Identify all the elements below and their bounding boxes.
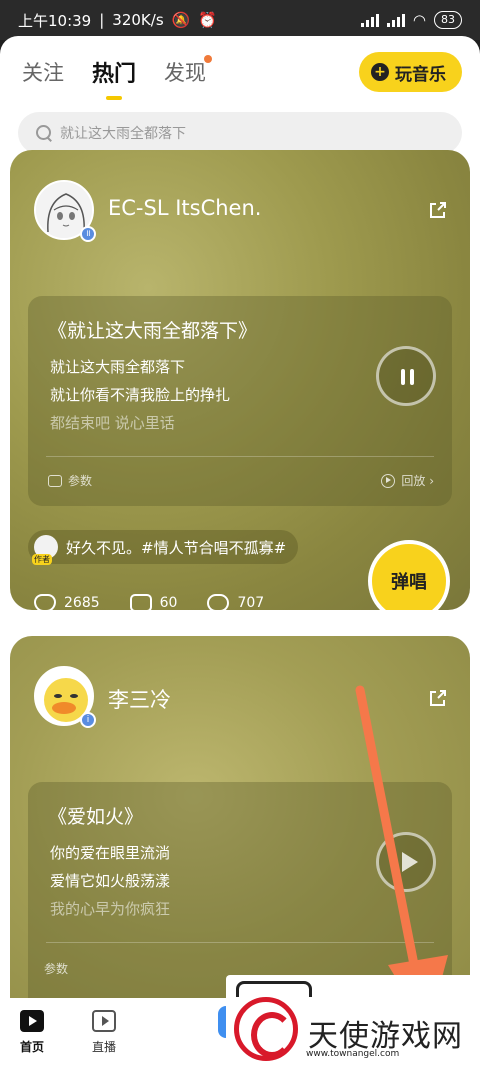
- song-title: 《就让这大雨全都落下》: [48, 320, 258, 342]
- play-button[interactable]: [376, 832, 436, 892]
- username[interactable]: EC-SL ItsChen.: [108, 196, 261, 220]
- play-music-label: 玩音乐: [395, 64, 446, 85]
- status-bar: 上午10:39 | 320K/s 🔕 ⏰ ◠ 83: [0, 0, 480, 40]
- wifi-icon: ◠: [412, 11, 426, 29]
- bottom-nav: 首页 直播: [0, 998, 230, 1067]
- signal-icon-2: [386, 13, 405, 27]
- post-stats: 2685 60 707: [34, 594, 264, 610]
- lyric-line: 我的心早为你疯狂: [50, 900, 171, 918]
- status-net-speed: 320K/s: [112, 11, 164, 29]
- divider: [46, 456, 434, 457]
- share-icon[interactable]: [428, 688, 448, 708]
- pause-button[interactable]: [376, 346, 436, 406]
- info-badge-icon: i: [80, 712, 96, 728]
- replay-label: 回放 ›: [401, 474, 434, 488]
- tab-hot[interactable]: 热门: [92, 56, 136, 88]
- gift-icon: [207, 594, 230, 610]
- share-icon[interactable]: [428, 200, 448, 220]
- heart-icon: [34, 594, 56, 610]
- battery-level: 83: [441, 13, 455, 26]
- replay-link[interactable]: 回放 ›: [381, 472, 434, 489]
- author-tag: 作者: [32, 554, 52, 565]
- lyric-line: 就让你看不清我脸上的挣扎: [50, 386, 231, 404]
- params-label: 参数: [44, 962, 69, 976]
- nav-home-label: 首页: [20, 1040, 45, 1054]
- status-divider: |: [99, 11, 105, 29]
- search-icon: [36, 125, 52, 141]
- post-card[interactable]: ॥ EC-SL ItsChen. 《就让这大雨全都落下》 就让这大雨全都落下 就…: [10, 150, 470, 610]
- lyric-line: 都结束吧 说心里话: [50, 414, 175, 432]
- status-time: 上午10:39: [18, 11, 92, 30]
- song-title: 《爱如火》: [48, 806, 144, 828]
- gift-count: 707: [237, 595, 265, 610]
- author-avatar: 作者: [32, 535, 58, 565]
- pause-badge-icon: ॥: [80, 226, 96, 242]
- signal-icon: [360, 13, 379, 27]
- lyric-line: 就让这大雨全都落下: [50, 358, 186, 376]
- params-link[interactable]: 参数: [48, 472, 92, 489]
- home-icon: [20, 1010, 44, 1032]
- lyric-line: 爱情它如火般荡漾: [50, 872, 171, 890]
- post-caption[interactable]: 作者 好久不见。#情人节合唱不孤寡#: [28, 530, 299, 565]
- like-count: 2685: [64, 595, 100, 610]
- gift-stat[interactable]: 707: [207, 594, 264, 610]
- comment-stat[interactable]: 60: [129, 594, 178, 610]
- lyric-panel[interactable]: 《就让这大雨全都落下》 就让这大雨全都落下 就让你看不清我脸上的挣扎 都结束吧 …: [28, 296, 452, 506]
- lyric-line: 你的爱在眼里流淌: [50, 844, 171, 862]
- nav-live-label: 直播: [92, 1040, 117, 1054]
- notification-dot: [204, 55, 213, 63]
- tab-discover-label: 发现: [164, 61, 207, 85]
- play-music-button[interactable]: + 玩音乐: [359, 52, 462, 92]
- live-tv-icon: [92, 1010, 117, 1032]
- params-icon: [48, 474, 62, 487]
- nav-live[interactable]: 直播: [92, 1010, 116, 1055]
- params-link[interactable]: 参数: [44, 960, 68, 977]
- watermark-frame: [236, 981, 312, 997]
- nav-home[interactable]: 首页: [20, 1010, 44, 1055]
- alarm-icon: ⏰: [198, 11, 218, 29]
- tab-following[interactable]: 关注: [22, 57, 64, 87]
- search-placeholder: 就让这大雨全都落下: [60, 126, 186, 142]
- comment-icon: [129, 594, 152, 610]
- search-input[interactable]: 就让这大雨全都落下: [18, 112, 462, 154]
- divider: [46, 942, 434, 943]
- mute-icon: 🔕: [171, 11, 191, 29]
- tab-discover[interactable]: 发现: [164, 55, 213, 87]
- comment-count: 60: [159, 595, 178, 610]
- top-nav: 关注 热门 发现 + 玩音乐: [22, 50, 462, 94]
- angel-logo-icon: [234, 997, 298, 1061]
- watermark: 天使游戏网 www.townangel.com: [226, 975, 480, 1067]
- sing-button[interactable]: 弹唱: [368, 540, 450, 610]
- watermark-url: www.townangel.com: [306, 1049, 400, 1059]
- play-icon: [402, 852, 418, 872]
- like-stat[interactable]: 2685: [34, 594, 100, 610]
- replay-icon: [381, 473, 396, 488]
- caption-text: 好久不见。#情人节合唱不孤寡#: [66, 538, 287, 557]
- params-label: 参数: [68, 474, 93, 488]
- plus-icon: +: [371, 63, 389, 81]
- username[interactable]: 李三冷: [108, 684, 171, 714]
- battery-icon: 83: [434, 11, 462, 29]
